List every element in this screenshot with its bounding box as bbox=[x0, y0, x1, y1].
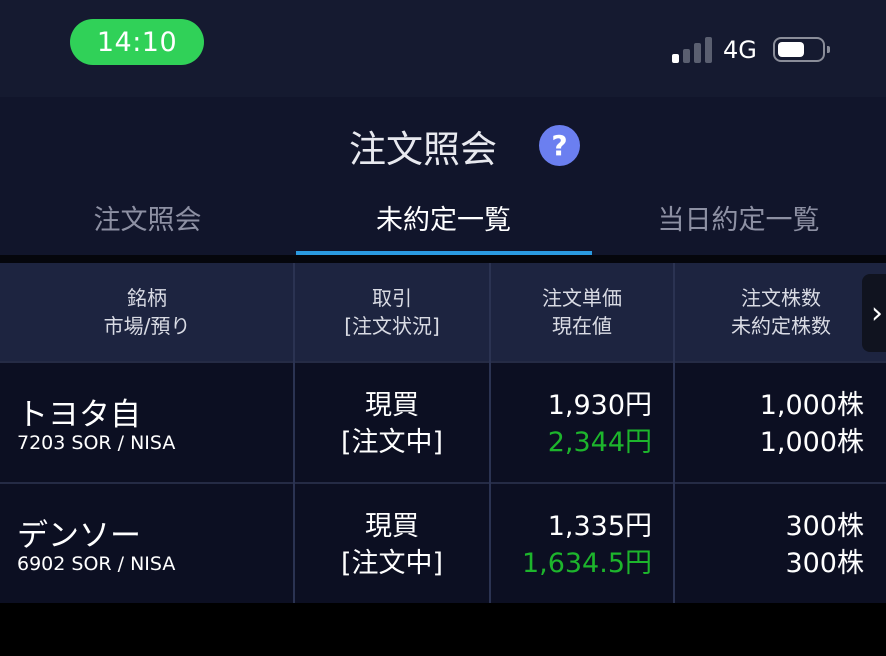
column-header-label: 銘柄 bbox=[127, 286, 167, 310]
order-quantity: 1,000株 bbox=[759, 390, 864, 421]
column-header-label: 取引 bbox=[372, 286, 412, 310]
quantity-cell: 300株 300株 bbox=[674, 508, 864, 582]
table-row[interactable]: デンソー 6902 SOR / NISA 現買 [注文中] 1,335円 1,6… bbox=[0, 484, 886, 603]
current-price: 1,634.5円 bbox=[521, 548, 652, 579]
stock-name: トヨタ自 bbox=[17, 397, 141, 433]
column-header-sublabel: 現在値 bbox=[552, 314, 612, 338]
chevron-right-icon[interactable]: › bbox=[862, 274, 886, 352]
status-bar: 14:10 4G bbox=[0, 0, 886, 97]
order-status: [注文中] bbox=[340, 427, 444, 458]
table-row[interactable]: トヨタ自 7203 SOR / NISA 現買 [注文中] 1,930円 2,3… bbox=[0, 363, 886, 482]
page-title-text: 注文照会 bbox=[349, 128, 497, 171]
trade-type: 現買 bbox=[365, 511, 419, 542]
tab-order-inquiry[interactable]: 注文照会 bbox=[0, 197, 295, 255]
trade-type: 現買 bbox=[365, 390, 419, 421]
column-header-sublabel: [注文状況] bbox=[344, 314, 440, 338]
unfilled-quantity: 300株 bbox=[785, 548, 864, 579]
current-price: 2,344円 bbox=[547, 427, 652, 458]
column-header-quantity: 注文株数 未約定株数 bbox=[674, 263, 886, 361]
trade-cell: 現買 [注文中] bbox=[294, 387, 490, 461]
column-divider bbox=[489, 263, 491, 603]
header-divider bbox=[0, 255, 886, 263]
column-header-label: 注文株数 bbox=[741, 286, 821, 310]
page-header: 注文照会 ? 注文照会 未約定一覧 当日約定一覧 bbox=[0, 97, 886, 255]
column-divider bbox=[293, 263, 295, 603]
trade-cell: 現買 [注文中] bbox=[294, 508, 490, 582]
question-circle-icon[interactable]: ? bbox=[539, 125, 580, 166]
stock-market: 7203 SOR / NISA bbox=[17, 432, 176, 454]
order-price: 1,335円 bbox=[547, 511, 652, 542]
column-header-price: 注文単価 現在値 bbox=[490, 263, 674, 361]
order-status: [注文中] bbox=[340, 548, 444, 579]
network-type: 4G bbox=[723, 36, 757, 64]
column-header-trade: 取引 [注文状況] bbox=[294, 263, 490, 361]
table-header: 銘柄 市場/預り 取引 [注文状況] 注文単価 現在値 注文株数 未約定株数 › bbox=[0, 263, 886, 361]
column-header-sublabel: 市場/預り bbox=[103, 314, 191, 338]
price-cell: 1,335円 1,634.5円 bbox=[490, 508, 652, 582]
unfilled-quantity: 1,000株 bbox=[759, 427, 864, 458]
tab-today-filled-list[interactable]: 当日約定一覧 bbox=[591, 197, 886, 255]
time-text: 14:10 bbox=[96, 26, 178, 58]
page-title: 注文照会 bbox=[0, 119, 886, 173]
column-header-stock: 銘柄 市場/預り bbox=[0, 263, 294, 361]
order-quantity: 300株 bbox=[785, 511, 864, 542]
column-header-label: 注文単価 bbox=[542, 286, 622, 310]
time-display: 14:10 bbox=[70, 19, 204, 65]
cellular-signal-icon bbox=[672, 37, 714, 63]
column-divider bbox=[673, 263, 675, 603]
tab-bar: 注文照会 未約定一覧 当日約定一覧 bbox=[0, 197, 886, 255]
column-header-sublabel: 未約定株数 bbox=[731, 314, 831, 338]
price-cell: 1,930円 2,344円 bbox=[490, 387, 652, 461]
battery-icon bbox=[773, 37, 830, 62]
tab-unfilled-list[interactable]: 未約定一覧 bbox=[296, 197, 591, 255]
quantity-cell: 1,000株 1,000株 bbox=[674, 387, 864, 461]
order-price: 1,930円 bbox=[547, 390, 652, 421]
stock-market: 6902 SOR / NISA bbox=[17, 553, 176, 575]
stock-name: デンソー bbox=[17, 518, 141, 554]
